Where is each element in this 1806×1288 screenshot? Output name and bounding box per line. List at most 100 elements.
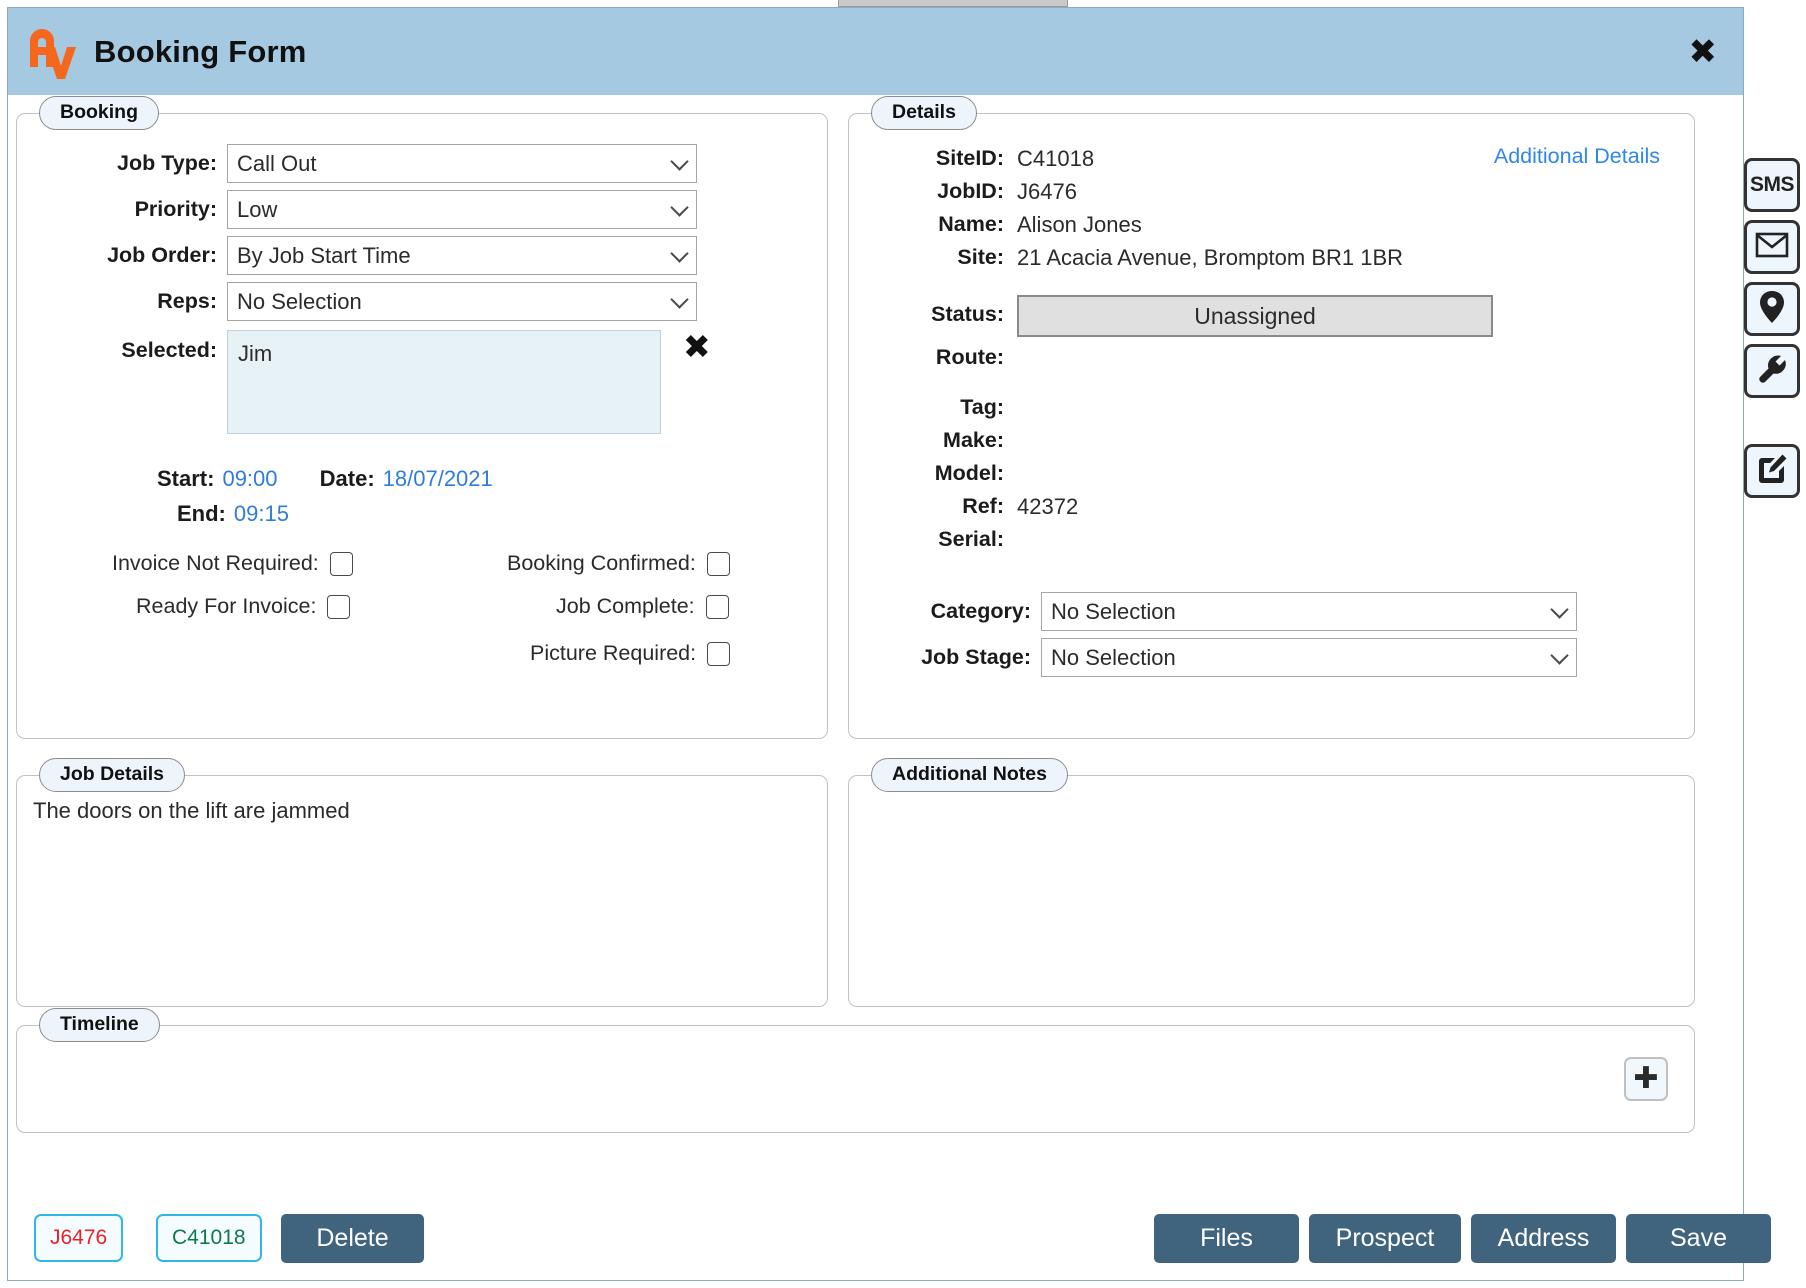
job-id-badge[interactable]: J6476 (34, 1214, 124, 1262)
selected-engineers-box[interactable]: Jim (227, 330, 661, 434)
timeline-panel: Timeline ✚ (16, 1008, 1695, 1133)
status-value: Unassigned (1194, 302, 1316, 329)
chevron-down-icon (670, 197, 689, 217)
job-stage-select[interactable]: No Selection (1041, 638, 1577, 677)
end-time-value[interactable]: 09:15 (234, 501, 289, 526)
booking-form-modal: Booking Form ✖ Booking Job Type: Call Ou… (7, 7, 1771, 1281)
job-complete-checkbox[interactable] (705, 594, 729, 619)
reps-select[interactable]: No Selection (227, 282, 697, 321)
close-icon[interactable]: ✖ (1689, 35, 1718, 69)
location-button[interactable] (1744, 282, 1800, 336)
timeline-panel-legend: Timeline (39, 1008, 160, 1042)
status-label: Status: (931, 302, 1004, 326)
model-label: Model: (934, 461, 1004, 485)
job-order-select[interactable]: By Job Start Time (227, 236, 697, 275)
address-button[interactable]: Address (1471, 1214, 1616, 1263)
job-order-value: By Job Start Time (237, 242, 411, 268)
checkbox-booking-confirmed[interactable]: Booking Confirmed: (507, 551, 730, 576)
job-details-text[interactable]: The doors on the lift are jammed (33, 798, 350, 824)
envelope-icon (1755, 232, 1789, 263)
checkbox-invoice-not-required[interactable]: Invoice Not Required: (112, 551, 353, 576)
booking-panel-legend: Booking (39, 96, 159, 130)
job-stage-label: Job Stage: (921, 645, 1031, 669)
map-pin-icon (1759, 290, 1785, 329)
checkbox-job-complete[interactable]: Job Complete: (556, 594, 729, 619)
save-button[interactable]: Save (1626, 1214, 1771, 1263)
prospect-button[interactable]: Prospect (1309, 1214, 1461, 1263)
invoice-not-required-label: Invoice Not Required: (112, 551, 319, 575)
field-selected: Selected: Jim ✖ (17, 330, 777, 434)
site-id-badge-label: C41018 (172, 1226, 246, 1249)
job-complete-label: Job Complete: (556, 594, 695, 618)
job-details-panel-legend: Job Details (39, 758, 186, 792)
sms-button[interactable]: SMS (1744, 158, 1800, 212)
additional-notes-panel-legend: Additional Notes (871, 758, 1068, 792)
chevron-down-icon (670, 289, 689, 309)
email-button[interactable] (1744, 220, 1800, 274)
category-label: Category: (930, 599, 1031, 623)
invoice-not-required-checkbox[interactable] (329, 551, 353, 576)
booking-confirmed-checkbox[interactable] (706, 551, 730, 576)
category-select[interactable]: No Selection (1041, 592, 1577, 631)
priority-select[interactable]: Low (227, 190, 697, 229)
booking-form-screen: Booking Form ✖ Booking Job Type: Call Ou… (0, 0, 1806, 1288)
category-value: No Selection (1051, 598, 1176, 624)
jobid-value: J6476 (1017, 179, 1077, 204)
job-stage-value: No Selection (1051, 644, 1176, 670)
date-value[interactable]: 18/07/2021 (383, 466, 493, 491)
field-job-stage: Job Stage: No Selection (849, 638, 1669, 677)
name-value: Alison Jones (1017, 212, 1142, 237)
selected-engineer-value: Jim (238, 341, 273, 366)
delete-button[interactable]: Delete (281, 1214, 424, 1263)
checkbox-ready-for-invoice[interactable]: Ready For Invoice: (136, 594, 351, 619)
date-label: Date: (319, 466, 375, 491)
chevron-down-icon (1550, 599, 1569, 619)
status-badge[interactable]: Unassigned (1017, 295, 1493, 337)
priority-label: Priority: (134, 197, 217, 221)
field-job-type: Job Type: Call Out (17, 144, 697, 183)
end-time-row: End: 09:15 (177, 501, 289, 527)
start-label: Start: (157, 466, 215, 491)
job-type-select[interactable]: Call Out (227, 144, 697, 183)
modal-body: Booking Job Type: Call Out Priority: Low (8, 95, 1771, 1280)
checkbox-picture-required[interactable]: Picture Required: (530, 641, 731, 666)
details-panel-legend: Details (871, 96, 977, 130)
picture-required-checkbox[interactable] (707, 641, 731, 666)
edit-pencil-icon (1756, 453, 1788, 490)
tools-button[interactable] (1744, 344, 1800, 398)
ready-for-invoice-checkbox[interactable] (327, 594, 351, 619)
additional-details-link[interactable]: Additional Details (1494, 144, 1660, 169)
priority-value: Low (237, 196, 278, 222)
job-id-badge-label: J6476 (50, 1226, 108, 1249)
make-label: Make: (943, 428, 1004, 452)
field-priority: Priority: Low (17, 190, 697, 229)
edit-button[interactable] (1744, 444, 1800, 498)
chevron-down-icon (670, 151, 689, 171)
reps-value: No Selection (237, 288, 362, 314)
serial-label: Serial: (938, 527, 1004, 551)
sms-icon: SMS (1749, 173, 1795, 196)
booking-panel: Booking Job Type: Call Out Priority: Low (16, 96, 828, 739)
field-reps: Reps: No Selection (17, 282, 697, 321)
site-id-badge[interactable]: C41018 (156, 1214, 262, 1262)
start-time-value[interactable]: 09:00 (222, 466, 277, 491)
ref-label: Ref: (962, 494, 1004, 518)
page-title: Booking Form (94, 33, 307, 69)
siteid-label: SiteID: (935, 146, 1004, 170)
job-type-label: Job Type: (117, 151, 217, 175)
add-timeline-entry-button[interactable]: ✚ (1624, 1057, 1668, 1101)
picture-required-label: Picture Required: (530, 641, 697, 665)
clear-selection-icon[interactable]: ✖ (683, 330, 711, 363)
tag-label: Tag: (960, 395, 1004, 419)
modal-titlebar: Booking Form ✖ (8, 8, 1743, 95)
end-label: End: (177, 501, 226, 526)
selected-label: Selected: (121, 338, 217, 362)
reps-label: Reps: (157, 289, 217, 313)
name-label: Name: (938, 212, 1004, 236)
files-button[interactable]: Files (1154, 1214, 1299, 1263)
wrench-icon (1756, 353, 1788, 390)
background-tab (838, 0, 1068, 7)
av-logo-icon (22, 21, 78, 83)
siteid-value: C41018 (1017, 146, 1095, 171)
chevron-down-icon (1550, 645, 1569, 665)
